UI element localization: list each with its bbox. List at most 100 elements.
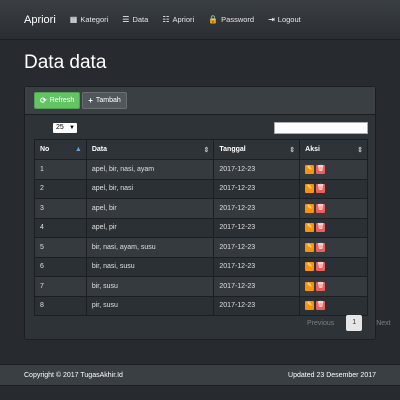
caret-down-icon: ▼ [69, 125, 75, 131]
cell-tanggal: 2017-12-23 [213, 198, 301, 219]
delete-icon[interactable]: 🗑 [316, 223, 326, 233]
page-1-button[interactable]: 1 [346, 315, 363, 331]
cell-aksi: ✎ 🗑 [299, 198, 368, 219]
lock-icon: 🔒 [208, 15, 219, 24]
th-large-icon: ▦ [69, 15, 78, 24]
col-header-label: Tanggal [219, 146, 246, 153]
col-header-aksi[interactable]: Aksi ⇕ [299, 139, 368, 160]
delete-icon[interactable]: 🗑 [316, 301, 326, 311]
refresh-label: Refresh [49, 97, 75, 104]
navbar-brand[interactable]: Apriori [24, 14, 56, 26]
cell-no: 4 [34, 217, 87, 238]
cell-tanggal: 2017-12-23 [213, 217, 301, 238]
cell-data: bir, nasi, ayam, susu [85, 237, 215, 258]
cell-data: apel, bir, nasi [85, 178, 215, 199]
footer-copyright: Copyright © 2017 TugasAkhir.Id [24, 371, 123, 379]
delete-icon[interactable]: 🗑 [316, 203, 326, 213]
table-row: 8 pir, susu 2017-12-23 ✎ 🗑 [34, 295, 368, 316]
cell-aksi: ✎ 🗑 [299, 178, 368, 199]
edit-icon[interactable]: ✎ [305, 184, 315, 194]
table-row: 2 apel, bir, nasi 2017-12-23 ✎ 🗑 [34, 178, 368, 199]
plus-icon: + [88, 96, 93, 105]
nav-item-logout[interactable]: ⇥ Logout [268, 15, 301, 24]
list-icon: ☰ [122, 15, 130, 24]
nav-item-label: Apriori [172, 15, 195, 24]
table-row: 6 bir, nasi, susu 2017-12-23 ✎ 🗑 [34, 256, 368, 277]
nav-item-label: Kategori [80, 15, 109, 24]
sort-asc-icon: ▲ [74, 146, 82, 153]
cell-data: bir, nasi, susu [85, 256, 215, 277]
edit-icon[interactable]: ✎ [305, 262, 315, 272]
cell-no: 8 [34, 295, 87, 316]
col-header-data[interactable]: Data ⇕ [85, 139, 215, 160]
nav-item-password[interactable]: 🔒 Password [208, 15, 254, 24]
col-header-label: No [40, 146, 50, 153]
edit-icon[interactable]: ✎ [305, 281, 315, 291]
page-size-select[interactable]: 25 ▼ [53, 123, 77, 133]
sort-icon: ⇕ [289, 147, 296, 154]
delete-icon[interactable]: 🗑 [316, 184, 326, 194]
table-tools: 25 ▼ [25, 121, 377, 137]
th-list-icon: ☷ [162, 15, 170, 24]
col-header-no[interactable]: No ▲ [34, 139, 87, 160]
table-row: 5 bir, nasi, ayam, susu 2017-12-23 ✎ 🗑 [34, 237, 368, 258]
edit-icon[interactable]: ✎ [305, 164, 315, 174]
cell-aksi: ✎ 🗑 [299, 237, 368, 258]
table-row: 4 apel, pir 2017-12-23 ✎ 🗑 [34, 217, 368, 238]
cell-no: 1 [34, 159, 87, 180]
cell-data: apel, bir [85, 198, 215, 219]
refresh-icon: ⟳ [40, 96, 47, 105]
delete-icon[interactable]: 🗑 [316, 164, 326, 174]
cell-no: 6 [34, 256, 87, 277]
col-header-label: Data [91, 146, 108, 153]
table-row: 3 apel, bir 2017-12-23 ✎ 🗑 [34, 198, 368, 219]
col-header-tanggal[interactable]: Tanggal ⇕ [213, 139, 301, 160]
next-button[interactable]: Next [370, 320, 396, 327]
page-title: Data data [24, 52, 107, 73]
cell-data: pir, susu [85, 295, 215, 316]
page-size-value: 25 [56, 124, 64, 131]
logout-icon: ⇥ [268, 15, 275, 24]
previous-button[interactable]: Previous [301, 320, 340, 327]
cell-tanggal: 2017-12-23 [213, 295, 301, 316]
edit-icon[interactable]: ✎ [305, 203, 315, 213]
cell-no: 2 [34, 178, 87, 199]
table-header-row: No ▲ Data ⇕ Tanggal ⇕ Aksi ⇕ [34, 139, 368, 160]
cell-data: apel, pir [85, 217, 215, 238]
cell-aksi: ✎ 🗑 [299, 276, 368, 297]
nav-item-apriori[interactable]: ☷ Apriori [162, 15, 194, 24]
cell-no: 3 [34, 198, 87, 219]
cell-no: 5 [34, 237, 87, 258]
cell-tanggal: 2017-12-23 [213, 178, 301, 199]
cell-aksi: ✎ 🗑 [299, 159, 368, 180]
nav-item-data[interactable]: ☰ Data [122, 15, 148, 24]
cell-tanggal: 2017-12-23 [213, 159, 301, 180]
pagination: Previous 1 Next [301, 315, 397, 331]
search-input[interactable] [274, 122, 368, 134]
nav-item-kategori[interactable]: ▦ Kategori [70, 15, 109, 24]
footer-updated: Updated 23 Desember 2017 [288, 371, 376, 379]
cell-tanggal: 2017-12-23 [213, 276, 301, 297]
refresh-button[interactable]: ⟳ Refresh [34, 92, 81, 109]
tambah-label: Tambah [95, 97, 121, 104]
cell-tanggal: 2017-12-23 [213, 237, 301, 258]
sort-icon: ⇕ [203, 147, 210, 154]
cell-no: 7 [34, 276, 87, 297]
sort-icon: ⇕ [357, 147, 363, 154]
edit-icon[interactable]: ✎ [305, 301, 315, 311]
panel-toolbar: ⟳ Refresh + Tambah [25, 87, 375, 115]
data-panel: ⟳ Refresh + Tambah 25 ▼ No ▲ Data ⇕ Tanggal ⇕ … [24, 86, 391, 340]
footer: Copyright © 2017 TugasAkhir.Id Updated 2… [0, 364, 400, 386]
tambah-button[interactable]: + Tambah [82, 92, 127, 109]
delete-icon[interactable]: 🗑 [316, 281, 326, 291]
data-table: No ▲ Data ⇕ Tanggal ⇕ Aksi ⇕ 1 apel, bir, nas… [34, 139, 368, 316]
delete-icon[interactable]: 🗑 [316, 242, 326, 252]
col-header-label: Aksi [305, 146, 320, 153]
delete-icon[interactable]: 🗑 [316, 262, 326, 272]
edit-icon[interactable]: ✎ [305, 242, 315, 252]
table-row: 1 apel, bir, nasi, ayam 2017-12-23 ✎ 🗑 [34, 159, 368, 180]
cell-data: apel, bir, nasi, ayam [85, 159, 215, 180]
edit-icon[interactable]: ✎ [305, 223, 315, 233]
table-row: 7 bir, susu 2017-12-23 ✎ 🗑 [34, 276, 368, 297]
cell-aksi: ✎ 🗑 [299, 295, 368, 316]
